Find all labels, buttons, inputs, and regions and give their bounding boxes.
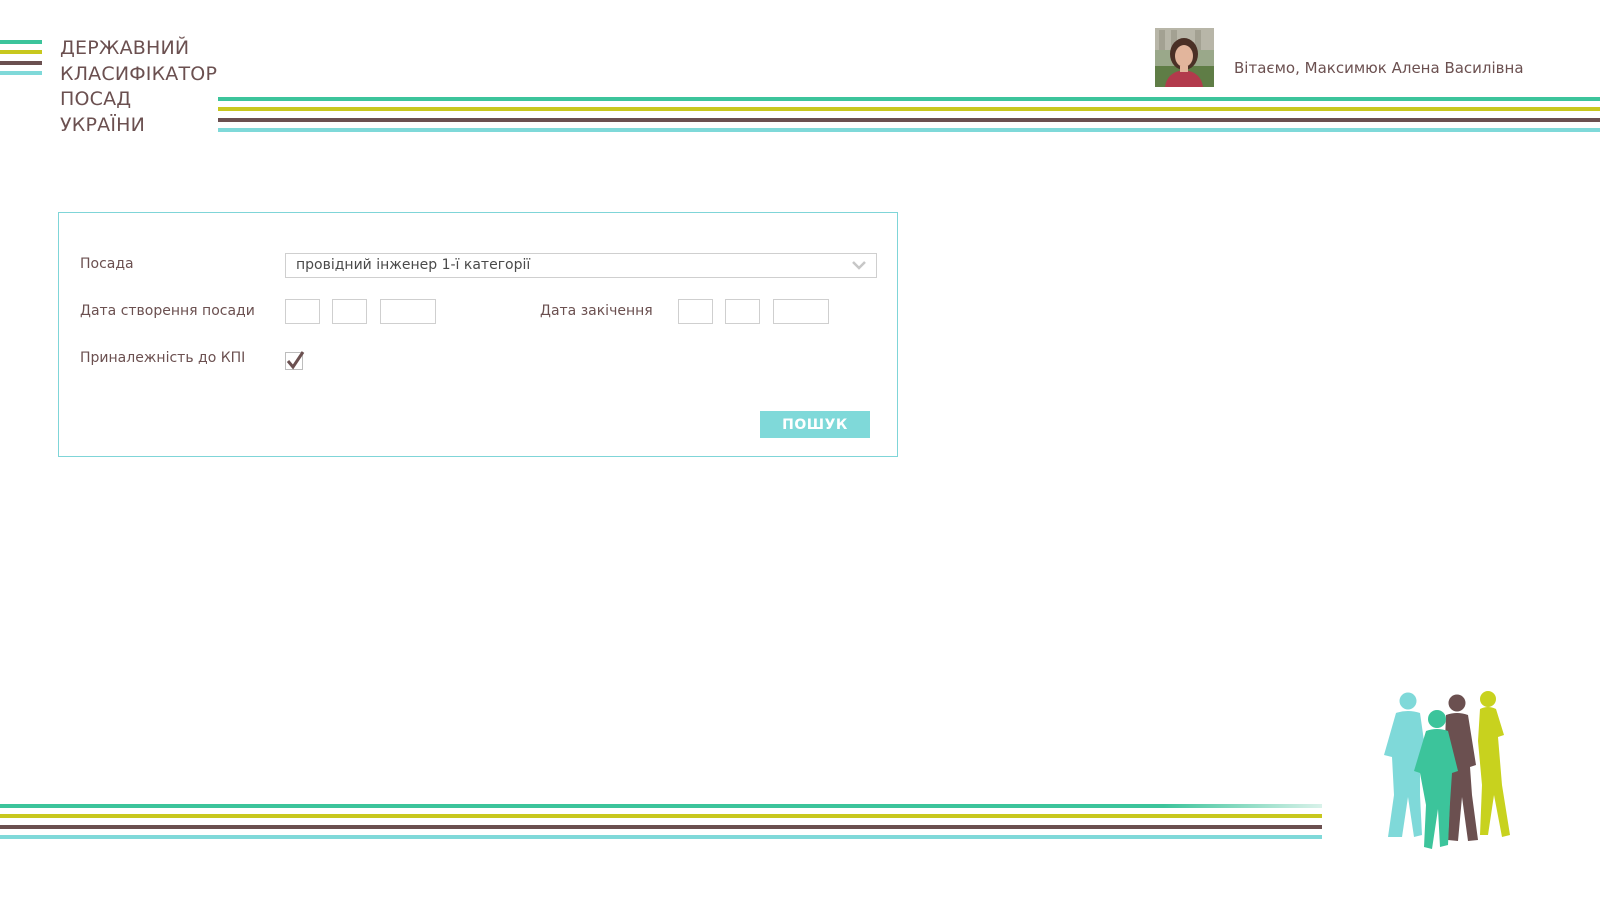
footer-stripe-cyan	[0, 835, 1322, 839]
logo-line-1: ДЕРЖАВНИЙ	[60, 37, 190, 59]
logo-line-4: УКРАЇНИ	[60, 113, 146, 136]
header-stripe-brown	[218, 118, 1600, 122]
app-logo-title: ДЕРЖАВНИЙ КЛАСИФІКАТОР ПОСАД УКРАЇНИ	[60, 36, 217, 138]
create-date-year-input[interactable]	[380, 299, 436, 324]
position-select[interactable]: провідний інженер 1-ї категорії	[285, 253, 877, 278]
kpi-checkbox[interactable]	[285, 351, 305, 370]
create-date-month-input[interactable]	[332, 299, 367, 324]
stub-stripe-cyan	[0, 71, 42, 75]
end-date-label: Дата закічення	[540, 303, 653, 319]
user-greeting: Вітаємо, Максимюк Алена Василівна	[1234, 59, 1524, 77]
stub-stripe-green	[0, 40, 42, 44]
kpi-label: Приналежність до КПІ	[80, 350, 246, 366]
footer-stripe-yellow	[0, 814, 1322, 818]
user-avatar[interactable]	[1155, 28, 1214, 87]
checkmark-icon	[286, 351, 305, 370]
logo-line-2: КЛАСИФІКАТОР	[60, 62, 218, 85]
search-button[interactable]: ПОШУК	[760, 411, 870, 438]
chevron-down-icon	[852, 261, 866, 270]
end-date-year-input[interactable]	[773, 299, 829, 324]
header-stripe-cyan	[218, 128, 1600, 132]
stub-stripe-yellow	[0, 50, 42, 54]
header-stripe-yellow	[218, 107, 1600, 111]
footer-stripe-brown	[0, 825, 1322, 829]
header-stripe-green	[218, 97, 1600, 101]
user-photo-icon	[1155, 28, 1214, 87]
end-date-day-input[interactable]	[678, 299, 713, 324]
create-date-day-input[interactable]	[285, 299, 320, 324]
footer-stripe-green	[0, 804, 1322, 808]
create-date-label: Дата створення посади	[80, 303, 255, 319]
silhouette-yellow-icon	[1478, 691, 1510, 837]
position-label: Посада	[80, 256, 134, 272]
people-silhouettes-illustration	[1370, 685, 1530, 855]
end-date-month-input[interactable]	[725, 299, 760, 324]
logo-line-3: ПОСАД	[60, 88, 132, 110]
position-select-value: провідний інженер 1-ї категорії	[296, 257, 531, 273]
stub-stripe-brown	[0, 61, 42, 65]
